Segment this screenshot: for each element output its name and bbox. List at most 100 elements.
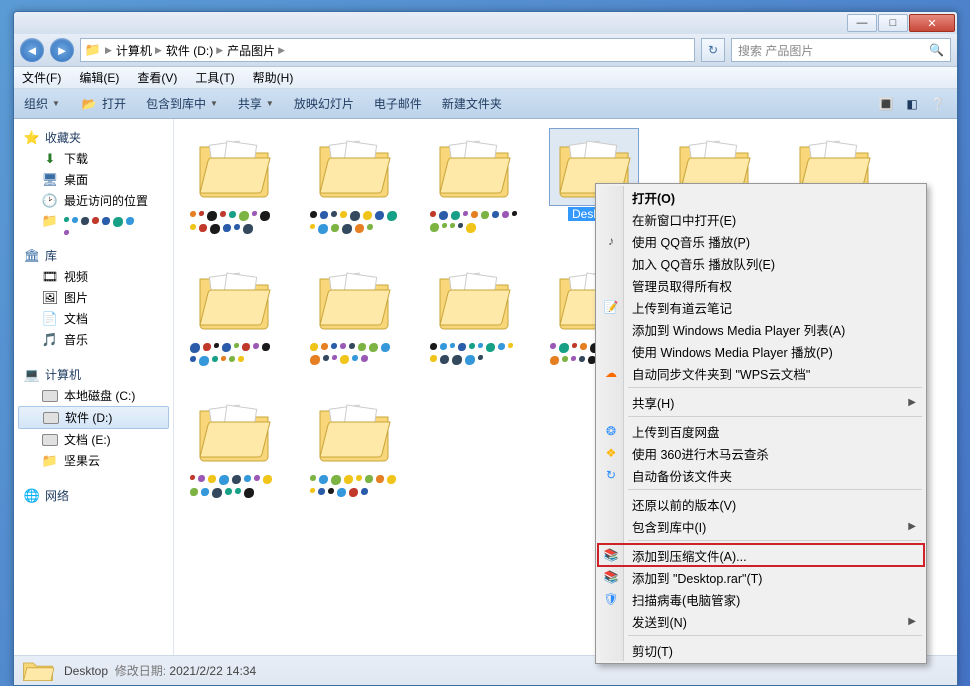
- wps-icon: ☁: [603, 365, 619, 381]
- folder-icon: [430, 261, 518, 337]
- close-button[interactable]: ✕: [909, 14, 955, 32]
- minimize-button[interactable]: —: [847, 14, 877, 32]
- breadcrumb-segment[interactable]: 计算机▶: [116, 42, 162, 59]
- folder-icon: [310, 393, 398, 469]
- context-item[interactable]: 使用 Windows Media Player 播放(P): [598, 340, 924, 362]
- folder-item[interactable]: [308, 393, 400, 505]
- context-item[interactable]: 📚 添加到 "Desktop.rar"(T): [598, 566, 924, 588]
- open-button[interactable]: 📂打开: [80, 95, 126, 113]
- context-item-label: 添加到 "Desktop.rar"(T): [632, 568, 762, 587]
- organize-button[interactable]: 组织 ▼: [24, 95, 60, 112]
- folder-item[interactable]: [188, 393, 280, 505]
- email-button[interactable]: 电子邮件: [374, 95, 422, 112]
- context-item[interactable]: 管理员取得所有权: [598, 274, 924, 296]
- sidebar-item-music[interactable]: 🎵音乐: [18, 329, 169, 350]
- menu-file[interactable]: 文件(F): [22, 69, 61, 86]
- context-separator: [628, 387, 922, 388]
- music-icon: 🎵: [42, 332, 58, 348]
- context-item[interactable]: ☁自动同步文件夹到 "WPS云文档": [598, 362, 924, 384]
- menu-help[interactable]: 帮助(H): [253, 69, 294, 86]
- search-icon: 🔍: [929, 43, 944, 57]
- context-item[interactable]: ❂上传到百度网盘: [598, 420, 924, 442]
- view-options-icon[interactable]: 🔳: [877, 95, 895, 113]
- folder-label-redacted: [190, 211, 278, 241]
- sidebar-item-drive-e[interactable]: 文档 (E:): [18, 429, 169, 450]
- context-menu: 打开(O)在新窗口中打开(E)♪使用 QQ音乐 播放(P) 加入 QQ音乐 播放队…: [595, 183, 927, 664]
- folder-item[interactable]: [428, 261, 520, 373]
- folder-item[interactable]: [188, 261, 280, 373]
- rar-icon: 📚: [603, 569, 619, 585]
- help-icon[interactable]: ❔: [929, 95, 947, 113]
- context-item-label: 加入 QQ音乐 播放队列(E): [632, 254, 775, 273]
- context-item[interactable]: 📝上传到有道云笔记: [598, 296, 924, 318]
- context-item[interactable]: 添加到 Windows Media Player 列表(A): [598, 318, 924, 340]
- sidebar-item-pictures[interactable]: 🖼图片: [18, 287, 169, 308]
- sidebar-item-desktop[interactable]: 🖥桌面: [18, 169, 169, 190]
- context-item[interactable]: 还原以前的版本(V): [598, 493, 924, 515]
- context-item[interactable]: 📚添加到压缩文件(A)...: [598, 544, 924, 566]
- context-item[interactable]: 打开(O): [598, 186, 924, 208]
- folder-item[interactable]: [308, 129, 400, 241]
- context-item[interactable]: 发送到(N)▶: [598, 610, 924, 632]
- sidebar-item-documents[interactable]: 📄文档: [18, 308, 169, 329]
- search-placeholder: 搜索 产品图片: [738, 42, 813, 59]
- preview-pane-icon[interactable]: ◧: [903, 95, 921, 113]
- status-date: 2021/2/22 14:34: [169, 664, 256, 678]
- sidebar-libraries-header[interactable]: 🏛库: [18, 245, 169, 266]
- breadcrumb-segment[interactable]: 产品图片▶: [227, 42, 285, 59]
- folder-icon: [430, 129, 518, 205]
- maximize-button[interactable]: □: [878, 14, 908, 32]
- context-separator: [628, 540, 922, 541]
- context-item-label: 添加到压缩文件(A)...: [632, 546, 747, 565]
- refresh-button[interactable]: ↻: [701, 38, 725, 62]
- video-icon: 🎞: [42, 269, 58, 285]
- folder-item[interactable]: [308, 261, 400, 373]
- context-item-label: 管理员取得所有权: [632, 276, 732, 295]
- folder-label-redacted: [430, 211, 518, 241]
- sidebar-item-jianguoyun[interactable]: 📁坚果云: [18, 450, 169, 471]
- folder-label-redacted: [310, 211, 398, 241]
- context-item[interactable]: ↻自动备份该文件夹: [598, 464, 924, 486]
- forward-button[interactable]: ►: [50, 38, 74, 62]
- sidebar-item-drive-d[interactable]: 软件 (D:): [18, 406, 169, 429]
- sidebar-item-redacted[interactable]: 📁: [18, 211, 169, 231]
- sidebar-favorites-header[interactable]: ⭐收藏夹: [18, 127, 169, 148]
- sidebar-item-recent[interactable]: 🕑最近访问的位置: [18, 190, 169, 211]
- context-item[interactable]: 共享(H)▶: [598, 391, 924, 413]
- address-bar[interactable]: 📁 ▶ 计算机▶ 软件 (D:)▶ 产品图片▶: [80, 38, 695, 62]
- context-item[interactable]: 包含到库中(I)▶: [598, 515, 924, 537]
- context-item[interactable]: 🛡扫描病毒(电脑管家): [598, 588, 924, 610]
- sidebar: ⭐收藏夹 ⬇下载 🖥桌面 🕑最近访问的位置 📁 🏛库 🎞视频 🖼图片 📄文档 🎵…: [14, 119, 174, 655]
- sidebar-item-downloads[interactable]: ⬇下载: [18, 148, 169, 169]
- folder-open-icon: 📂: [80, 95, 98, 113]
- context-item-label: 打开(O): [632, 188, 675, 207]
- folder-label-redacted: [190, 343, 278, 373]
- folder-label-redacted: [190, 475, 278, 505]
- context-item[interactable]: ♪使用 QQ音乐 播放(P): [598, 230, 924, 252]
- folder-item[interactable]: [188, 129, 280, 241]
- context-item[interactable]: 加入 QQ音乐 播放队列(E): [598, 252, 924, 274]
- context-item[interactable]: 剪切(T): [598, 639, 924, 661]
- folder-icon: 📁: [42, 453, 58, 469]
- breadcrumb-segment[interactable]: 软件 (D:)▶: [166, 42, 223, 59]
- folder-icon: 📁: [85, 42, 101, 58]
- sidebar-network-header[interactable]: 🌐网络: [18, 485, 169, 506]
- slideshow-button[interactable]: 放映幻灯片: [294, 95, 354, 112]
- folder-item[interactable]: [428, 129, 520, 241]
- sidebar-item-drive-c[interactable]: 本地磁盘 (C:): [18, 385, 169, 406]
- context-item-label: 添加到 Windows Media Player 列表(A): [632, 320, 845, 339]
- include-library-button[interactable]: 包含到库中 ▼: [146, 95, 218, 112]
- menu-tools[interactable]: 工具(T): [195, 69, 234, 86]
- sidebar-item-videos[interactable]: 🎞视频: [18, 266, 169, 287]
- star-icon: ⭐: [24, 130, 40, 146]
- menu-edit[interactable]: 编辑(E): [79, 69, 119, 86]
- context-item[interactable]: 在新窗口中打开(E): [598, 208, 924, 230]
- context-item[interactable]: ❖使用 360进行木马云查杀: [598, 442, 924, 464]
- folder-label-redacted: [430, 343, 518, 373]
- search-input[interactable]: 搜索 产品图片 🔍: [731, 38, 951, 62]
- back-button[interactable]: ◄: [20, 38, 44, 62]
- share-button[interactable]: 共享 ▼: [238, 95, 274, 112]
- sidebar-computer-header[interactable]: 💻计算机: [18, 364, 169, 385]
- newfolder-button[interactable]: 新建文件夹: [442, 95, 502, 112]
- menu-view[interactable]: 查看(V): [137, 69, 177, 86]
